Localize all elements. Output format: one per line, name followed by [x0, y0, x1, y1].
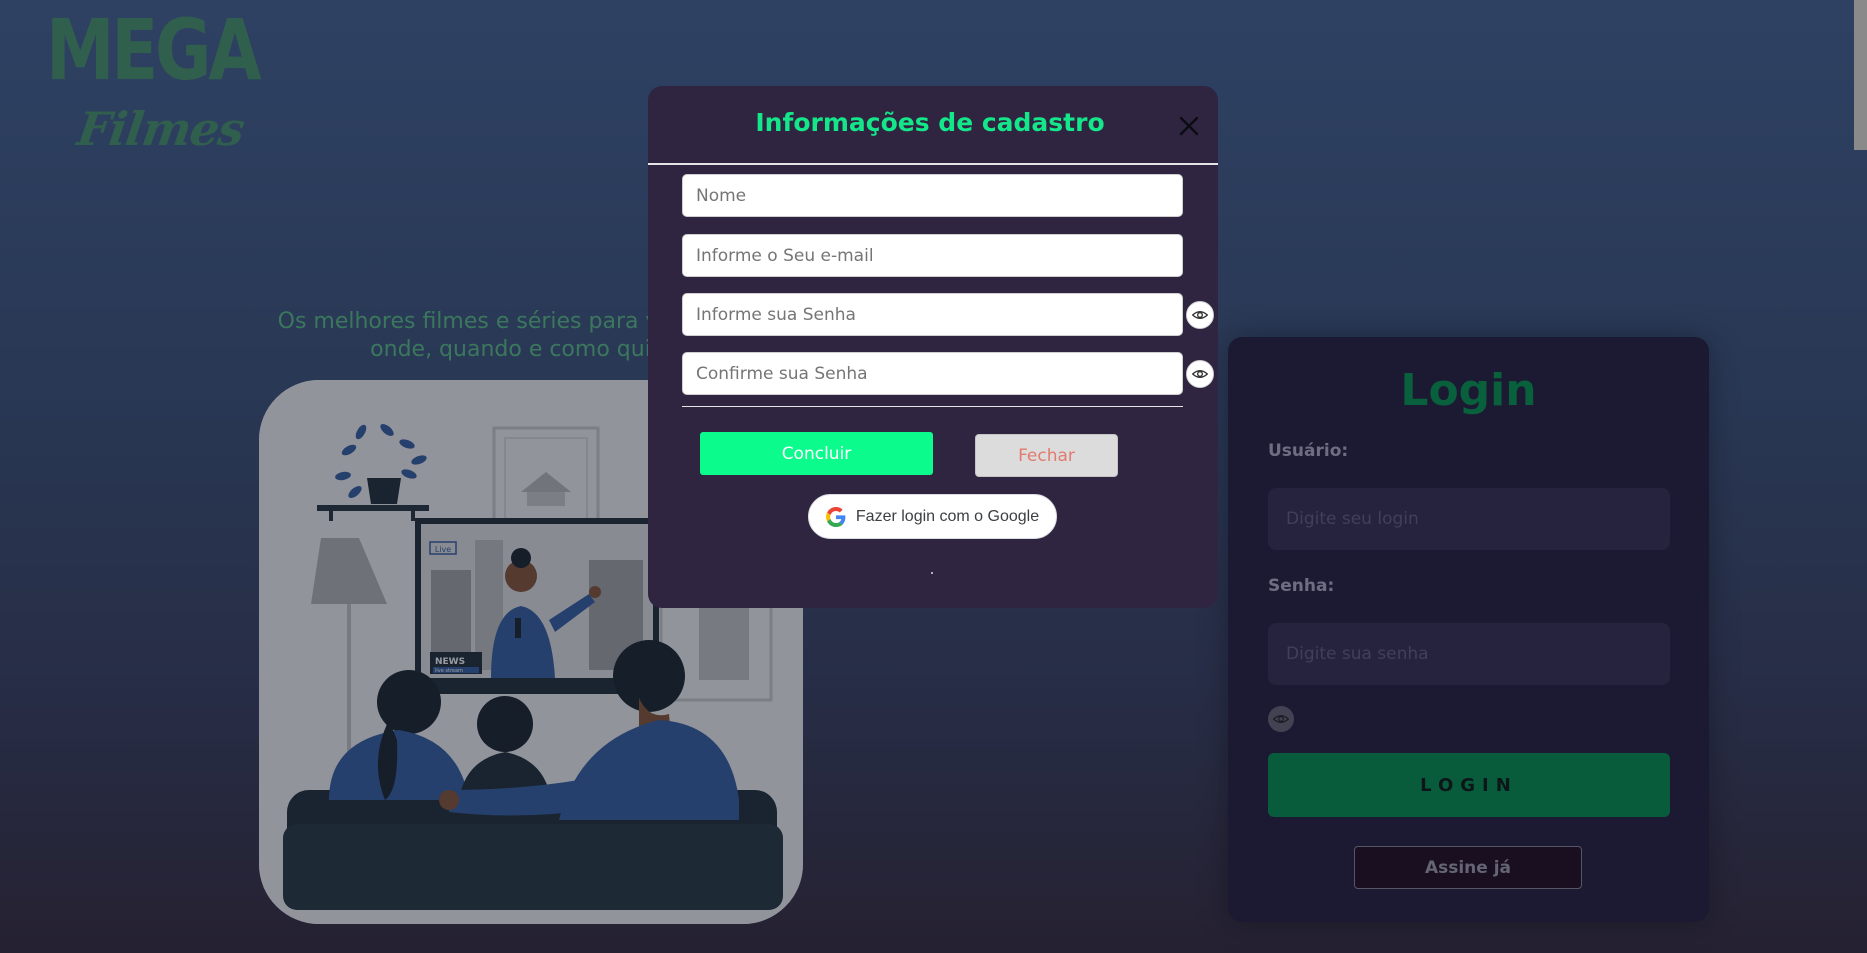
submit-button[interactable]: Concluir: [700, 432, 933, 475]
signup-modal: Informações de cadastro Concluir Fechar …: [648, 86, 1218, 608]
email-field[interactable]: [682, 234, 1183, 277]
confirm-password-field[interactable]: [682, 352, 1183, 395]
google-icon: [825, 506, 846, 527]
close-icon: [1179, 116, 1199, 136]
modal-dot: [931, 572, 933, 574]
toggle-confirm-visibility[interactable]: [1186, 360, 1214, 388]
eye-icon: [1192, 370, 1208, 378]
toggle-password-visibility[interactable]: [1186, 301, 1214, 329]
close-button[interactable]: Fechar: [975, 434, 1118, 477]
google-signin-label: Fazer login com o Google: [855, 507, 1040, 525]
name-field[interactable]: [682, 174, 1183, 217]
scrollbar-thumb[interactable]: [1854, 0, 1867, 150]
eye-icon: [1192, 311, 1208, 319]
google-signin-button[interactable]: Fazer login com o Google: [808, 494, 1057, 539]
password-field[interactable]: [682, 293, 1183, 336]
form-divider: [682, 406, 1183, 407]
modal-title: Informações de cadastro: [755, 108, 1105, 137]
page-scrollbar[interactable]: [1854, 0, 1867, 953]
modal-header-divider: [648, 163, 1218, 165]
modal-close-button[interactable]: [1176, 113, 1202, 139]
